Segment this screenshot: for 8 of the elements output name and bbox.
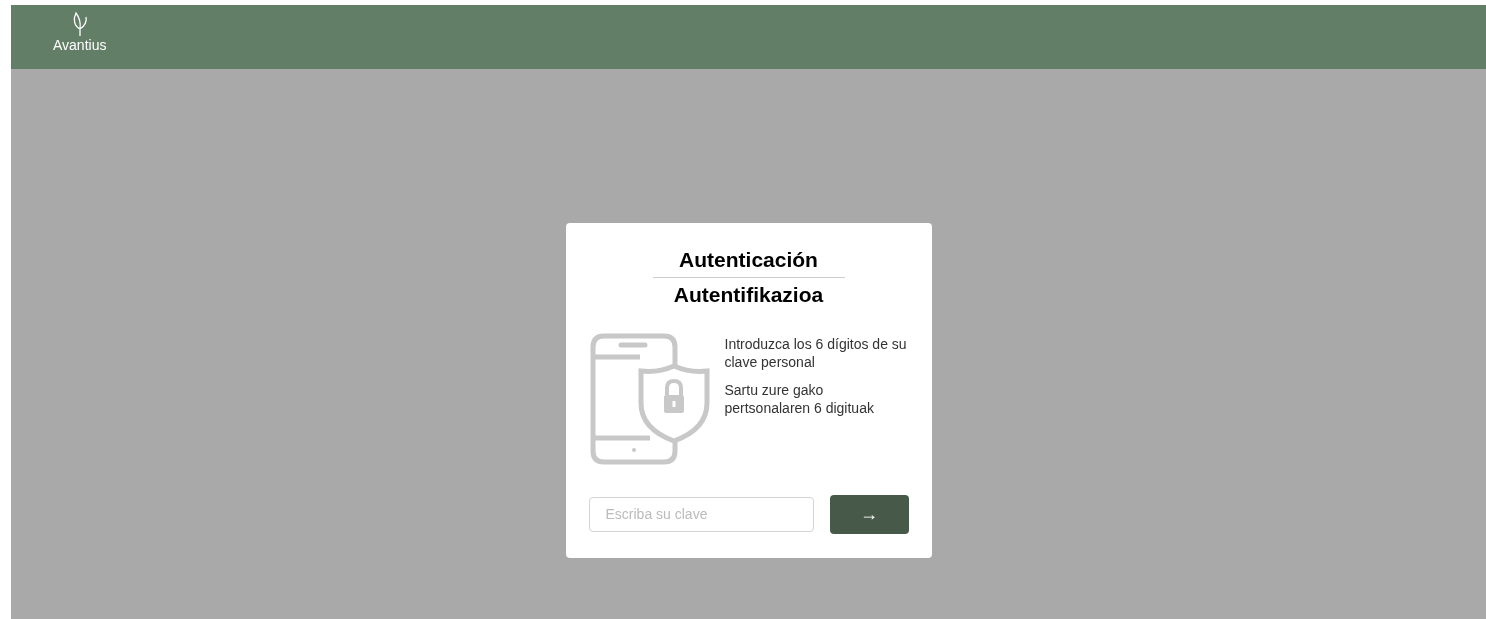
brand-name: Avantius	[53, 37, 107, 55]
instruction-text: Introduzca los 6 dígitos de su clave personal	[724, 334, 908, 371]
code-input-field[interactable]: Escriba su clave	[588, 496, 814, 532]
dialog-subtitle: Autentifikazioa	[673, 282, 824, 309]
submit-button[interactable]: →	[829, 494, 909, 534]
instruction-text: Sartu zure gako pertsonalaren 6 digituak	[724, 380, 875, 417]
phone-shield-lock-icon	[589, 332, 711, 465]
dialog-title: Autenticación	[679, 247, 818, 273]
